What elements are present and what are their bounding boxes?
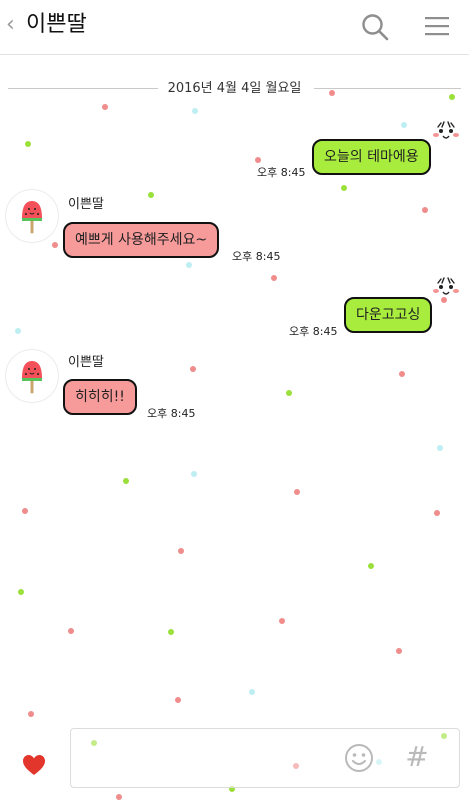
back-button[interactable]: ‹ [6, 14, 15, 36]
message-text: 다운고고싱 [356, 307, 421, 323]
message-text: 오늘의 테마에용 [324, 149, 419, 165]
emoji-face-icon [433, 121, 459, 139]
message-bubble-mine[interactable]: 오늘의 테마에용 [312, 139, 431, 175]
avatar[interactable] [5, 349, 59, 403]
sender-name: 이쁜딸 [68, 197, 104, 212]
message-time: 오후 8:45 [257, 166, 306, 179]
avatar[interactable] [5, 189, 59, 243]
message-text: 예쁘게 사용해주세요~ [75, 232, 208, 248]
message-time: 오후 8:45 [289, 325, 338, 338]
watermelon-popsicle-icon [22, 361, 42, 394]
message-text: 히히히!! [75, 389, 125, 405]
message-bubble-theirs[interactable]: 예쁘게 사용해주세요~ [63, 222, 220, 258]
chat-title: 이쁜딸 [26, 12, 87, 37]
sender-name: 이쁜딸 [68, 355, 104, 370]
message-bubble-mine[interactable]: 다운고고싱 [344, 297, 433, 333]
emoji-face-icon [433, 277, 459, 295]
message-time: 오후 8:45 [232, 250, 281, 263]
date-divider: 2016년 4월 4일 월요일 [8, 80, 461, 98]
heart-icon[interactable] [22, 754, 46, 776]
chat-header: ‹ 이쁜딸 [0, 0, 469, 55]
watermelon-popsicle-icon [22, 201, 42, 234]
hamburger-menu-icon[interactable] [424, 15, 450, 37]
hashtag-button[interactable]: # [402, 741, 432, 773]
date-label: 2016년 4월 4일 월요일 [159, 81, 310, 96]
message-bubble-theirs[interactable]: 히히히!! [63, 379, 137, 415]
message-time: 오후 8:45 [147, 407, 196, 420]
smiley-icon[interactable] [344, 743, 374, 773]
search-icon[interactable] [361, 13, 389, 41]
message-input-bar: # [0, 724, 469, 800]
message-input[interactable]: # [70, 728, 460, 788]
